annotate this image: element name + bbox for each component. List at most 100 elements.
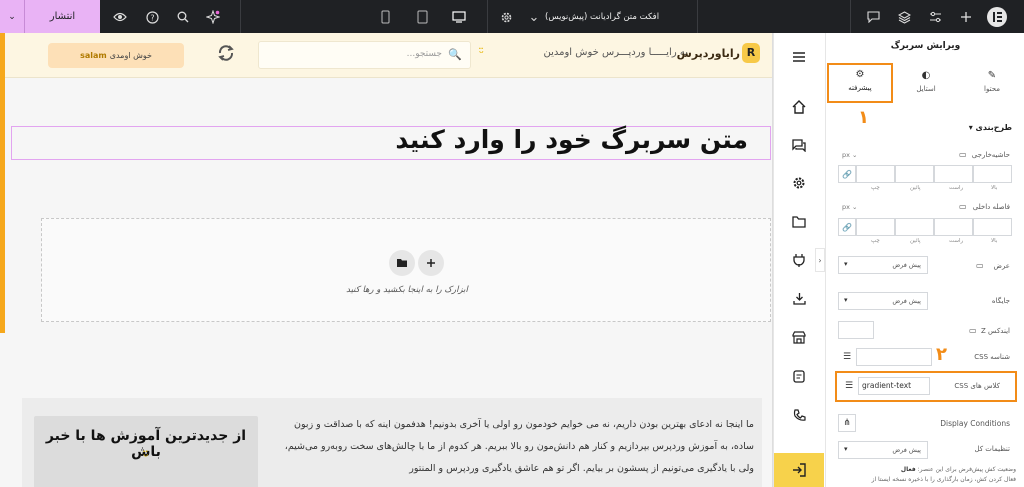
plus-icon[interactable] bbox=[957, 8, 975, 26]
desktop-icon: ▭ bbox=[969, 326, 977, 335]
site-logo[interactable]: R رایاوردپرس bbox=[677, 41, 762, 71]
gear-icon: ⚙ bbox=[855, 69, 865, 80]
link-icon[interactable]: 🔗 bbox=[838, 218, 856, 236]
search-icon: 🔍 bbox=[448, 48, 462, 61]
add-section-button[interactable] bbox=[418, 250, 444, 276]
dim-label-left: چپ bbox=[871, 238, 880, 244]
dim-label-bottom: پائین bbox=[910, 238, 921, 244]
publish-options-button[interactable]: ⌄ bbox=[0, 0, 25, 33]
css-classes-input[interactable]: gradient-text bbox=[858, 377, 930, 395]
display-conditions-label: Display Conditions bbox=[940, 419, 1010, 428]
gear-icon[interactable] bbox=[497, 8, 515, 26]
panel-collapse-toggle[interactable]: › bbox=[815, 248, 825, 272]
margin-right-input[interactable] bbox=[934, 165, 973, 183]
help-icon[interactable]: ? bbox=[143, 8, 161, 26]
margin-top-input[interactable] bbox=[973, 165, 1012, 183]
padding-left-input[interactable] bbox=[856, 218, 895, 236]
settings-icon[interactable] bbox=[774, 171, 824, 195]
dim-label-right: راست bbox=[949, 185, 964, 191]
login-icon[interactable] bbox=[774, 453, 824, 487]
site-greeting: به رایـــــا وردپـــرس خوش اومدین bbox=[543, 47, 688, 58]
sliders-icon[interactable] bbox=[926, 8, 944, 26]
padding-top-input[interactable] bbox=[973, 218, 1012, 236]
dim-label-top: بالا bbox=[991, 185, 998, 191]
css-id-label: شناسه CSS bbox=[974, 353, 1010, 361]
link-icon[interactable]: 🔗 bbox=[838, 165, 856, 183]
css-id-input[interactable] bbox=[856, 348, 932, 366]
tablet-icon[interactable] bbox=[413, 8, 431, 26]
margin-inputs: 🔗 bbox=[838, 165, 1012, 183]
dropzone-hint: ابزارک را به اینجا بکشید و رها کنید bbox=[346, 285, 468, 295]
motion-label: تنظیمات کل bbox=[974, 445, 1010, 453]
welcome-text: خوش اومدی bbox=[109, 51, 152, 60]
welcome-pill[interactable]: خوش اومدی salam bbox=[48, 43, 184, 68]
layers-icon[interactable] bbox=[895, 8, 913, 26]
desktop-icon: ▭ bbox=[976, 261, 984, 270]
tab-style-label: استایل bbox=[916, 85, 936, 93]
zindex-label: ایندکس Z bbox=[981, 327, 1010, 335]
css-classes-label: کلاس های CSS bbox=[954, 382, 1000, 390]
section-layout-label: طرح‌بندی bbox=[975, 123, 1013, 132]
home-icon[interactable] bbox=[774, 95, 824, 119]
padding-right-input[interactable] bbox=[934, 218, 973, 236]
database-icon[interactable]: ☰ bbox=[840, 377, 858, 395]
store-icon[interactable] bbox=[774, 325, 824, 349]
chat-icon[interactable] bbox=[774, 133, 824, 157]
site-search[interactable]: 🔍 جستجو... bbox=[258, 41, 471, 69]
tab-content[interactable]: ✎ محتوا bbox=[959, 66, 1024, 100]
phone-icon[interactable] bbox=[774, 403, 824, 427]
padding-bottom-input[interactable] bbox=[895, 218, 934, 236]
dim-label-top: بالا bbox=[991, 238, 998, 244]
panel-title: ویرایش سربرگ bbox=[890, 41, 961, 51]
cache-note-text-2: فعال کردن کش، زمان بارگذاری را با ذخیره … bbox=[871, 476, 1016, 483]
sitemap-icon[interactable]: ⋔ bbox=[838, 414, 856, 432]
hamburger-icon[interactable] bbox=[774, 45, 824, 69]
svg-text:?: ? bbox=[150, 13, 154, 22]
document-title[interactable]: افکت متن گرادیانت (پیش‌نویس) bbox=[545, 8, 685, 26]
padding-label: فاصله داخلی bbox=[972, 203, 1010, 211]
section-layout-header[interactable]: طرح‌بندی ▾ bbox=[969, 123, 1012, 132]
site-header: خوش اومدی salam 🔍 جستجو... ᵕ̈ به رایــــ… bbox=[5, 33, 772, 78]
logo-text: رایاوردپرس bbox=[676, 47, 740, 60]
search-icon[interactable] bbox=[174, 8, 192, 26]
database-icon[interactable]: ☰ bbox=[838, 348, 856, 366]
pencil-icon: ✎ bbox=[987, 70, 997, 81]
zindex-input[interactable] bbox=[838, 321, 874, 339]
publish-button[interactable]: انتشار bbox=[25, 0, 100, 33]
download-icon[interactable] bbox=[774, 286, 824, 310]
width-select[interactable]: پیش فرض ▾ bbox=[838, 256, 928, 274]
annotation-marker-2: ۲ bbox=[936, 344, 947, 365]
desktop-icon[interactable] bbox=[450, 8, 468, 26]
folder-icon[interactable] bbox=[774, 210, 824, 234]
settings-panel: ویرایش سربرگ ✎ محتوا ◐ استایل ⚙ پیشرفته … bbox=[825, 33, 1024, 487]
tab-advanced[interactable]: ⚙ پیشرفته bbox=[827, 63, 893, 103]
comment-icon[interactable] bbox=[864, 8, 882, 26]
margin-bottom-input[interactable] bbox=[895, 165, 934, 183]
eye-icon[interactable] bbox=[111, 8, 129, 26]
document-icon[interactable] bbox=[774, 364, 824, 388]
chevron-down-icon[interactable]: ⌄ bbox=[525, 8, 543, 26]
about-paragraph: ما اینجا نه ادعای بهترین بودن داریم، نه … bbox=[284, 419, 754, 474]
editor-canvas: خوش اومدی salam 🔍 جستجو... ᵕ̈ به رایــــ… bbox=[0, 33, 772, 487]
motion-select[interactable]: پیش فرض ▾ bbox=[838, 441, 928, 459]
refresh-icon[interactable] bbox=[215, 43, 237, 65]
elementor-logo[interactable] bbox=[985, 5, 1009, 29]
widget-dropzone[interactable]: ابزارک را به اینجا بکشید و رها کنید bbox=[41, 218, 771, 322]
position-label: جایگاه bbox=[991, 297, 1010, 305]
padding-unit[interactable]: px ⌄ bbox=[842, 203, 858, 211]
smile-icon: ᵕ̈ bbox=[479, 46, 484, 60]
tab-style[interactable]: ◐ استایل bbox=[893, 66, 959, 100]
margin-left-input[interactable] bbox=[856, 165, 895, 183]
dim-label-left: چپ bbox=[871, 185, 880, 191]
position-select[interactable]: پیش فرض ▾ bbox=[838, 292, 928, 310]
position-select-value: پیش فرض bbox=[892, 297, 921, 305]
heading-widget-text[interactable]: متن سربرگ خود را وارد کنید bbox=[0, 125, 748, 163]
mobile-icon[interactable] bbox=[376, 8, 394, 26]
folder-icon[interactable] bbox=[389, 250, 415, 276]
sparkle-icon[interactable] bbox=[204, 8, 222, 26]
tab-advanced-label: پیشرفته bbox=[848, 84, 872, 92]
margin-unit[interactable]: px ⌄ bbox=[842, 151, 858, 159]
css-classes-value: gradient-text bbox=[862, 381, 912, 390]
desktop-icon: ▭ bbox=[959, 150, 967, 159]
canvas-left-accent bbox=[0, 33, 5, 333]
